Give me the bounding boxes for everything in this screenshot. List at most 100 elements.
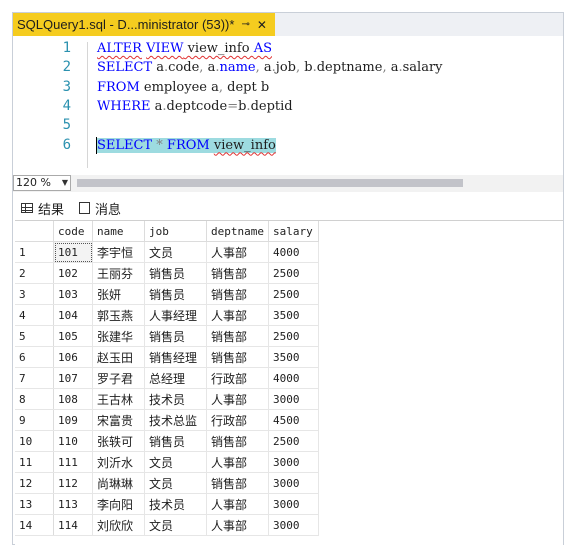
table-row[interactable]: 2 102 王丽芬 销售员 销售部 2500 [15, 262, 319, 284]
cell-job[interactable]: 文员 [144, 241, 207, 263]
column-header[interactable]: salary [268, 221, 319, 242]
cell-name[interactable]: 王丽芬 [92, 262, 145, 284]
cell-salary[interactable]: 4500 [268, 409, 319, 431]
table-row[interactable]: 12 112 尚琳琳 文员 销售部 3000 [15, 472, 319, 494]
cell-job[interactable]: 销售员 [144, 325, 207, 347]
cell-job[interactable]: 人事经理 [144, 304, 207, 326]
cell-salary[interactable]: 2500 [268, 325, 319, 347]
cell-deptname[interactable]: 销售部 [206, 472, 269, 494]
cell-deptname[interactable]: 人事部 [206, 241, 269, 263]
cell-job[interactable]: 销售员 [144, 262, 207, 284]
row-number[interactable]: 2 [15, 262, 54, 284]
table-row[interactable]: 6 106 赵玉田 销售经理 销售部 3500 [15, 346, 319, 368]
row-number[interactable]: 14 [15, 514, 54, 536]
zoom-dropdown[interactable]: 120 % ▼ [13, 175, 71, 191]
cell-name[interactable]: 刘欣欣 [92, 514, 145, 536]
cell-salary[interactable]: 3000 [268, 451, 319, 473]
code-line[interactable]: 2 SELECT a.code, a.name, a.job, b.deptnam… [13, 58, 563, 77]
cell-code[interactable]: 112 [53, 472, 93, 494]
cell-code[interactable]: 103 [53, 283, 93, 305]
table-row[interactable]: 14 114 刘欣欣 文员 人事部 3000 [15, 514, 319, 536]
cell-job[interactable]: 文员 [144, 451, 207, 473]
table-row[interactable]: 13 113 李向阳 技术员 人事部 3000 [15, 493, 319, 515]
row-number[interactable]: 11 [15, 451, 54, 473]
cell-salary[interactable]: 3500 [268, 346, 319, 368]
cell-name[interactable]: 王古林 [92, 388, 145, 410]
table-row[interactable]: 1 101 李宇恒 文员 人事部 4000 [15, 241, 319, 263]
row-number[interactable]: 4 [15, 304, 54, 326]
cell-code[interactable]: 106 [53, 346, 93, 368]
table-row[interactable]: 7 107 罗子君 总经理 行政部 4000 [15, 367, 319, 389]
close-icon[interactable]: ✕ [257, 18, 267, 32]
table-row[interactable]: 8 108 王古林 技术员 人事部 3000 [15, 388, 319, 410]
cell-name[interactable]: 李宇恒 [92, 241, 145, 263]
cell-deptname[interactable]: 行政部 [206, 367, 269, 389]
cell-code[interactable]: 102 [53, 262, 93, 284]
cell-name[interactable]: 宋富贵 [92, 409, 145, 431]
cell-deptname[interactable]: 人事部 [206, 451, 269, 473]
code-line[interactable]: 5 [13, 116, 563, 135]
cell-salary[interactable]: 3000 [268, 514, 319, 536]
cell-code[interactable]: 113 [53, 493, 93, 515]
code-line[interactable]: 4 WHERE a.deptcode=b.deptid [13, 97, 563, 116]
cell-salary[interactable]: 3000 [268, 472, 319, 494]
sql-editor[interactable]: 1 ALTER VIEW view_info AS 2 SELECT a.code, … [13, 36, 563, 173]
cell-job[interactable]: 文员 [144, 472, 207, 494]
query-document-tab[interactable]: SQLQuery1.sql - D...ministrator (53))* ⊸… [13, 13, 275, 36]
cell-salary[interactable]: 2500 [268, 283, 319, 305]
cell-code[interactable]: 104 [53, 304, 93, 326]
code-line[interactable]: 3 FROM employee a, dept b [13, 78, 563, 97]
table-row[interactable]: 11 111 刘沂水 文员 人事部 3000 [15, 451, 319, 473]
column-header[interactable]: job [144, 221, 207, 242]
tab-messages[interactable]: 消息 [79, 196, 121, 220]
cell-salary[interactable]: 4000 [268, 367, 319, 389]
table-row[interactable]: 10 110 张轶可 销售员 销售部 2500 [15, 430, 319, 452]
cell-deptname[interactable]: 销售部 [206, 262, 269, 284]
table-row[interactable]: 3 103 张妍 销售员 销售部 2500 [15, 283, 319, 305]
cell-deptname[interactable]: 销售部 [206, 283, 269, 305]
cell-deptname[interactable]: 销售部 [206, 346, 269, 368]
cell-deptname[interactable]: 销售部 [206, 430, 269, 452]
code-line[interactable]: 6 SELECT * FROM view_info [13, 136, 563, 155]
cell-name[interactable]: 张轶可 [92, 430, 145, 452]
cell-name[interactable]: 郭玉燕 [92, 304, 145, 326]
cell-code[interactable]: 107 [53, 367, 93, 389]
row-number[interactable]: 9 [15, 409, 54, 431]
row-number[interactable]: 13 [15, 493, 54, 515]
cell-name[interactable]: 尚琳琳 [92, 472, 145, 494]
table-row[interactable]: 4 104 郭玉燕 人事经理 人事部 3500 [15, 304, 319, 326]
cell-salary[interactable]: 3500 [268, 304, 319, 326]
cell-name[interactable]: 罗子君 [92, 367, 145, 389]
cell-job[interactable]: 技术员 [144, 493, 207, 515]
row-number[interactable]: 7 [15, 367, 54, 389]
cell-deptname[interactable]: 人事部 [206, 514, 269, 536]
column-header[interactable]: deptname [206, 221, 269, 242]
results-grid[interactable]: code name job deptname salary 1 101 李宇恒 文员人… [15, 220, 563, 545]
cell-code[interactable]: 101 [53, 241, 93, 263]
cell-name[interactable]: 刘沂水 [92, 451, 145, 473]
cell-deptname[interactable]: 销售部 [206, 325, 269, 347]
column-header[interactable]: code [53, 221, 93, 242]
row-number[interactable]: 3 [15, 283, 54, 305]
cell-deptname[interactable]: 人事部 [206, 493, 269, 515]
cell-deptname[interactable]: 行政部 [206, 409, 269, 431]
cell-deptname[interactable]: 人事部 [206, 304, 269, 326]
cell-code[interactable]: 109 [53, 409, 93, 431]
cell-job[interactable]: 技术员 [144, 388, 207, 410]
cell-code[interactable]: 105 [53, 325, 93, 347]
cell-job[interactable]: 销售员 [144, 430, 207, 452]
row-number[interactable]: 12 [15, 472, 54, 494]
cell-job[interactable]: 销售经理 [144, 346, 207, 368]
cell-salary[interactable]: 2500 [268, 262, 319, 284]
cell-job[interactable]: 销售员 [144, 283, 207, 305]
cell-salary[interactable]: 4000 [268, 241, 319, 263]
cell-name[interactable]: 张妍 [92, 283, 145, 305]
column-header[interactable]: name [92, 221, 145, 242]
cell-salary[interactable]: 2500 [268, 430, 319, 452]
cell-code[interactable]: 111 [53, 451, 93, 473]
row-number[interactable]: 5 [15, 325, 54, 347]
row-number[interactable]: 10 [15, 430, 54, 452]
cell-code[interactable]: 110 [53, 430, 93, 452]
tab-results[interactable]: 结果 [21, 196, 64, 220]
cell-job[interactable]: 技术总监 [144, 409, 207, 431]
